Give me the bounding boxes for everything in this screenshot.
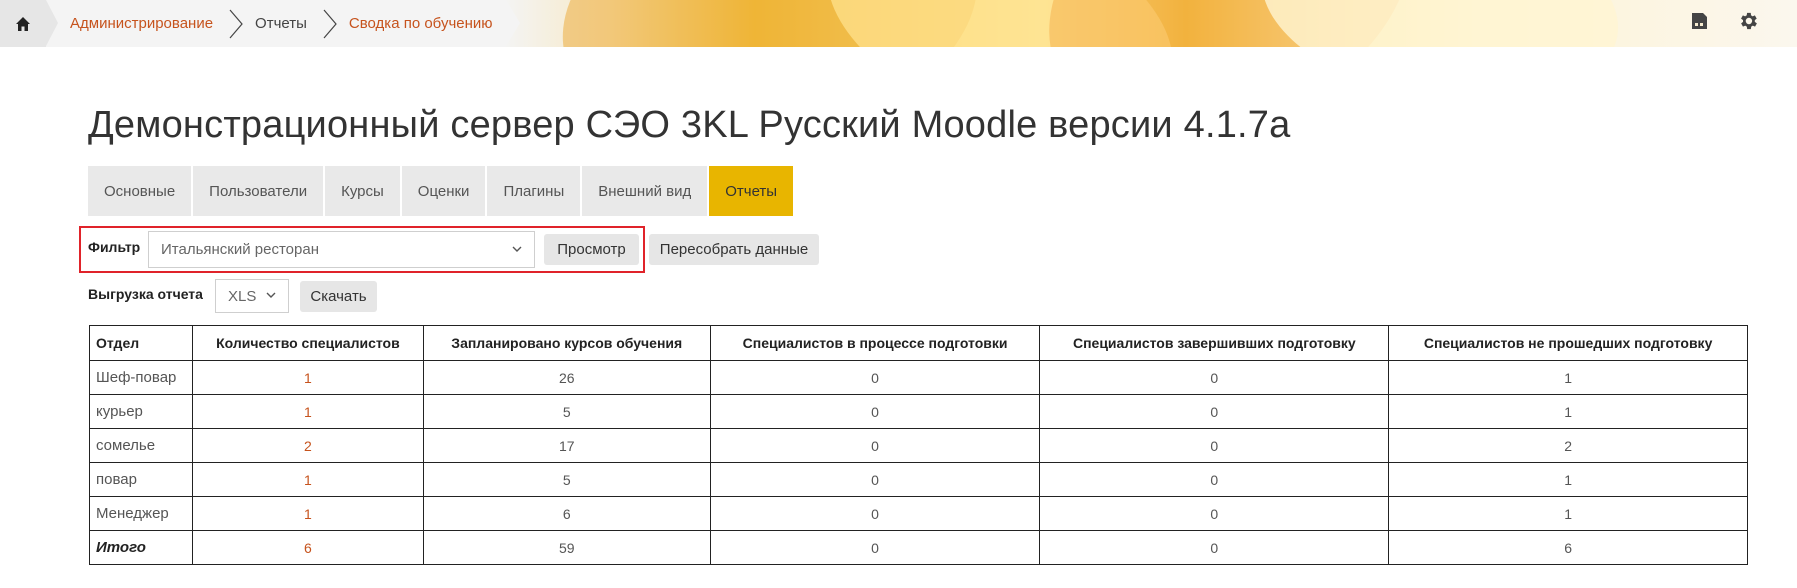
specialist-count-link[interactable]: 1 xyxy=(191,462,424,497)
rebuild-data-button[interactable]: Пересобрать данные xyxy=(649,234,819,265)
gear-icon[interactable] xyxy=(1737,10,1759,32)
department-cell: сомелье xyxy=(89,428,193,463)
header-decoration xyxy=(1246,0,1634,47)
page-title: Демонстрационный сервер СЭО 3KL Русский … xyxy=(88,104,1291,146)
table-cell: 0 xyxy=(1039,496,1390,531)
table-header-row: Отдел Количество специалистов Запланиров… xyxy=(89,325,1748,361)
table-cell: 6 xyxy=(422,496,711,531)
chevron-down-icon xyxy=(512,246,522,252)
column-header: Количество специалистов xyxy=(191,325,424,361)
export-label: Выгрузка отчета xyxy=(88,286,203,302)
table-total-row: Итого 6 59 0 0 6 xyxy=(89,530,1748,565)
table-cell: 0 xyxy=(1039,394,1390,429)
table-cell: 0 xyxy=(709,496,1041,531)
view-button[interactable]: Просмотр xyxy=(544,234,639,265)
table-cell: 1 xyxy=(1388,360,1748,395)
export-format-value: XLS xyxy=(228,287,257,305)
table-cell: 0 xyxy=(709,462,1041,497)
table-cell: 1 xyxy=(1388,462,1748,497)
tab-appearance[interactable]: Внешний вид xyxy=(582,166,708,216)
column-header: Специалистов завершивших подготовку xyxy=(1039,325,1390,361)
table-cell: 17 xyxy=(422,428,711,463)
table-cell: 0 xyxy=(709,360,1041,395)
tab-grades[interactable]: Оценки xyxy=(401,166,486,216)
admin-tabs: Основные Пользователи Курсы Оценки Плаги… xyxy=(88,166,795,216)
export-format-select[interactable]: XLS xyxy=(215,279,289,313)
department-cell: курьер xyxy=(89,394,193,429)
specialist-count-link[interactable]: 1 xyxy=(191,496,424,531)
table-cell: 0 xyxy=(1039,462,1390,497)
table-row: повар 1 5 0 0 1 xyxy=(89,462,1748,497)
table-cell: 5 xyxy=(422,462,711,497)
table-cell: 59 xyxy=(422,530,711,565)
column-header: Отдел xyxy=(89,325,193,361)
breadcrumb-separator-icon xyxy=(323,9,337,38)
table-row: курьер 1 5 0 0 1 xyxy=(89,394,1748,429)
top-navbar: Администрирование Отчеты Сводка по обуче… xyxy=(0,0,1797,47)
filter-selected-value: Итальянский ресторан xyxy=(161,241,319,258)
table-cell: 2 xyxy=(1388,428,1748,463)
table-cell: 1 xyxy=(1388,496,1748,531)
department-cell: повар xyxy=(89,462,193,497)
table-cell: 0 xyxy=(709,428,1041,463)
table-cell: 0 xyxy=(709,394,1041,429)
top-icons xyxy=(1689,10,1759,32)
table-cell: 1 xyxy=(1388,394,1748,429)
table-cell: 5 xyxy=(422,394,711,429)
column-header: Специалистов не прошедших подготовку xyxy=(1388,325,1748,361)
home-icon xyxy=(16,16,30,31)
specialist-count-link[interactable]: 2 xyxy=(191,428,424,463)
table-cell: 26 xyxy=(422,360,711,395)
total-label: Итого xyxy=(89,530,193,565)
specialist-count-link[interactable]: 1 xyxy=(191,360,424,395)
table-cell: 0 xyxy=(1039,360,1390,395)
breadcrumb-item-training-summary[interactable]: Сводка по обучению xyxy=(337,15,493,32)
table-row: Менеджер 1 6 0 0 1 xyxy=(89,496,1748,531)
department-cell: Менеджер xyxy=(89,496,193,531)
column-header: Специалистов в процессе подготовки xyxy=(709,325,1041,361)
table-row: Шеф-повар 1 26 0 0 1 xyxy=(89,360,1748,395)
total-specialist-count-link[interactable]: 6 xyxy=(191,530,424,565)
column-header: Запланировано курсов обучения xyxy=(422,325,711,361)
filter-label: Фильтр xyxy=(88,239,141,255)
table-cell: 6 xyxy=(1388,530,1748,565)
table-cell: 0 xyxy=(1039,428,1390,463)
breadcrumb-item-admin[interactable]: Администрирование xyxy=(46,15,213,32)
table-cell: 0 xyxy=(1039,530,1390,565)
download-button[interactable]: Скачать xyxy=(300,281,377,312)
table-cell: 0 xyxy=(709,530,1041,565)
breadcrumb: Администрирование Отчеты Сводка по обуче… xyxy=(0,0,520,47)
tab-plugins[interactable]: Плагины xyxy=(487,166,581,216)
table-row: сомелье 2 17 0 0 2 xyxy=(89,428,1748,463)
department-cell: Шеф-повар xyxy=(89,360,193,395)
filter-select[interactable]: Итальянский ресторан xyxy=(148,231,535,268)
specialist-count-link[interactable]: 1 xyxy=(191,394,424,429)
tab-users[interactable]: Пользователи xyxy=(193,166,324,216)
storage-icon[interactable] xyxy=(1689,11,1709,31)
chevron-down-icon xyxy=(266,292,276,298)
home-button[interactable] xyxy=(0,0,58,47)
report-table: Отдел Количество специалистов Запланиров… xyxy=(89,325,1748,565)
tab-reports[interactable]: Отчеты xyxy=(709,166,794,216)
breadcrumb-separator-icon xyxy=(229,9,243,38)
breadcrumb-item-reports[interactable]: Отчеты xyxy=(243,15,307,32)
tab-courses[interactable]: Курсы xyxy=(325,166,400,216)
tab-general[interactable]: Основные xyxy=(88,166,192,216)
